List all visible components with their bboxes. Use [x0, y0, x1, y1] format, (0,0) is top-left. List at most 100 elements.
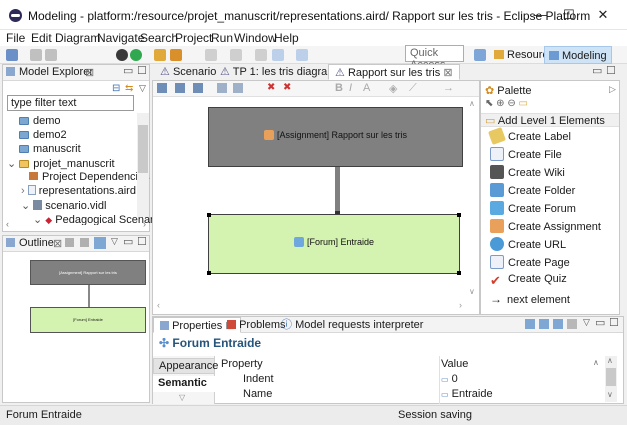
scroll-up-icon[interactable]: ∧ [607, 356, 613, 365]
chevron-down-icon[interactable]: ⌄ [7, 158, 16, 170]
scroll-down-icon[interactable]: ∨ [469, 287, 475, 296]
row-name-value[interactable]: ▭ Entraide [441, 388, 493, 400]
delete-from-model-icon[interactable]: ✖ [283, 82, 291, 93]
tree-item-representations[interactable]: › representations.aird [21, 185, 136, 197]
tree-item-demo[interactable]: demo [19, 115, 61, 127]
close-view-icon[interactable]: ⊠ [53, 237, 62, 250]
palette-create-assignment[interactable]: Create Assignment [490, 219, 601, 235]
filter-icon[interactable] [175, 83, 185, 93]
tree-item-manuscrit[interactable]: manuscrit [19, 143, 81, 155]
selection-handle[interactable] [457, 213, 461, 217]
filter-view-icon[interactable] [539, 319, 549, 329]
tree-item-demo2[interactable]: demo2 [19, 129, 67, 141]
run-icon[interactable] [130, 49, 142, 61]
vertical-scrollbar[interactable] [137, 113, 149, 217]
note-tool-icon[interactable]: ▭ [519, 98, 528, 109]
menu-search[interactable]: Search [140, 31, 178, 45]
zoom-out-icon[interactable]: ⊖ [507, 98, 515, 109]
selection-handle[interactable] [457, 271, 461, 275]
modeling-perspective-button[interactable]: Modeling [544, 46, 612, 64]
palette-create-label[interactable]: Create Label [488, 127, 571, 145]
collapse-all-icon[interactable]: ⊟ [112, 83, 120, 94]
tab-scenario[interactable]: ⚠ Scenario [154, 64, 222, 80]
row-indent-value[interactable]: ▭ 0 [441, 373, 458, 385]
view-menu-icon[interactable]: ▽ [583, 317, 590, 328]
menu-window[interactable]: Window [234, 31, 277, 45]
close-view-icon[interactable]: ⊠ [85, 66, 94, 79]
tree-item-scenario-vidl[interactable]: ⌄ scenario.vidl [21, 199, 106, 212]
chevron-right-icon[interactable]: › [21, 185, 25, 197]
palette-create-quiz[interactable]: ✔ Create Quiz [490, 273, 567, 289]
column-value[interactable]: Value [441, 358, 468, 370]
tree-item-project-dependencies[interactable]: Project Dependencies [29, 171, 150, 183]
menu-navigate[interactable]: Navigate [97, 31, 144, 45]
menu-project[interactable]: Project [175, 31, 212, 45]
next-annotation-icon[interactable] [205, 49, 217, 61]
save-all-icon[interactable] [45, 49, 57, 61]
quick-access-input[interactable]: Quick Access [405, 45, 464, 71]
minimize-view-icon[interactable]: ▭ [123, 64, 133, 77]
tab-model-requests-interpreter[interactable]: ⓘ Model requests interpreter [275, 317, 429, 333]
debug-icon[interactable] [116, 49, 128, 61]
menu-edit[interactable]: Edit [31, 31, 52, 45]
outline-node-assignment[interactable]: [Assignment] Rapport sur les tris [30, 260, 146, 285]
palette-create-url[interactable]: Create URL [490, 237, 566, 253]
overview-icon[interactable] [65, 238, 74, 247]
side-tab-appearance[interactable]: Appearance [153, 358, 218, 374]
scroll-right-icon[interactable]: › [459, 300, 462, 310]
menu-diagram[interactable]: Diagram [55, 31, 100, 45]
filter-input[interactable]: type filter text [7, 95, 134, 111]
selection-handle[interactable] [207, 271, 211, 275]
scrollbar-thumb[interactable] [138, 125, 148, 173]
minimize-view-icon[interactable]: ▭ [595, 316, 605, 329]
delete-from-diagram-icon[interactable]: ✖ [267, 82, 275, 93]
minimize-view-icon[interactable]: ▭ [123, 235, 133, 248]
back-icon[interactable] [272, 49, 284, 61]
layers-icon[interactable] [193, 83, 203, 93]
column-property[interactable]: Property [221, 358, 263, 370]
palette-create-page[interactable]: Create Page [490, 255, 570, 271]
link-editor-icon[interactable]: ⇆ [125, 83, 133, 94]
palette-next-element[interactable]: → next element [490, 292, 570, 308]
tab-rapport-sur-les-tris[interactable]: ⚠ Rapport sur les tris ⊠ [328, 64, 460, 80]
menu-file[interactable]: File [6, 31, 25, 45]
restore-default-icon[interactable] [567, 319, 577, 329]
close-tab-icon[interactable]: ⊠ [443, 67, 452, 79]
prev-annotation-icon[interactable] [230, 49, 242, 61]
view-menu-icon[interactable]: ▽ [139, 83, 146, 94]
hide-palette-icon[interactable]: ▷ [609, 84, 616, 95]
assignment-node[interactable]: [Assignment] Rapport sur les tris [208, 107, 463, 167]
select-tool-icon[interactable]: ⬉ [485, 98, 493, 109]
row-indent-property[interactable]: Indent [243, 373, 274, 385]
row-name-property[interactable]: Name [243, 388, 272, 400]
palette-create-forum[interactable]: Create Forum [490, 201, 576, 217]
editor-minimize-icon[interactable]: ▭ [592, 64, 602, 77]
open-folder-icon[interactable] [154, 49, 166, 61]
open-perspective-icon[interactable] [474, 49, 486, 61]
diagram-edge[interactable] [335, 167, 340, 214]
scroll-up-icon[interactable]: ∧ [469, 99, 475, 108]
maximize-button[interactable]: ☐ [552, 6, 586, 24]
close-button[interactable]: ✕ [586, 6, 620, 24]
line-color-icon[interactable]: ⟋ [409, 82, 417, 95]
refresh-icon[interactable] [217, 83, 227, 93]
palette-group-header[interactable]: ▭ Add Level 1 Elements [481, 113, 619, 127]
scroll-left-icon[interactable]: ‹ [157, 300, 160, 310]
horizontal-scrollbar[interactable]: ‹ › [6, 219, 146, 229]
pin-icon[interactable] [233, 83, 243, 93]
maximize-view-icon[interactable]: ☐ [137, 235, 147, 248]
wand-icon[interactable] [170, 49, 182, 61]
advanced-view-icon[interactable] [553, 319, 563, 329]
tree-view-icon[interactable] [80, 238, 89, 247]
outline-node-forum[interactable]: [Forum] Entraide [30, 307, 146, 333]
scrollbar-thumb[interactable] [606, 368, 616, 386]
arrange-icon[interactable] [157, 83, 167, 93]
forum-node[interactable]: [Forum] Entraide [207, 213, 461, 275]
last-edit-icon[interactable] [255, 49, 267, 61]
maximize-view-icon[interactable]: ☐ [137, 64, 147, 77]
forward-icon[interactable] [296, 49, 308, 61]
menu-help[interactable]: Help [274, 31, 299, 45]
editor-maximize-icon[interactable]: ☐ [606, 64, 616, 77]
side-tab-semantic[interactable]: Semantic [153, 376, 215, 392]
tab-tp1-diagram[interactable]: ⚠ TP 1: les tris diagram [214, 64, 342, 80]
